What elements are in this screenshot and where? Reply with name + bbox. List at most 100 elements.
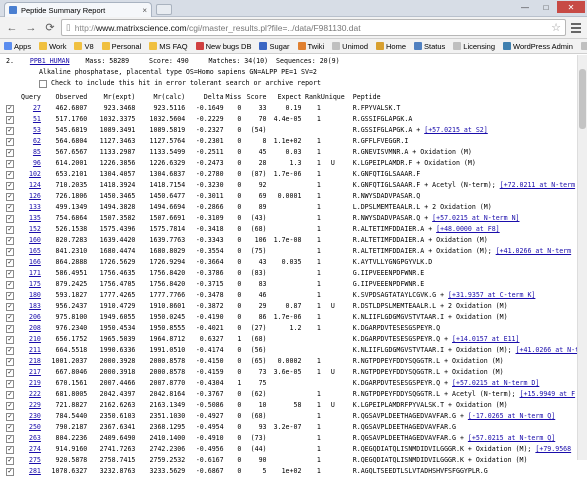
query-link[interactable]: 124	[29, 181, 41, 189]
row-include-checkbox[interactable]	[6, 192, 14, 201]
protein-accession-link[interactable]: PPB1_HUMAN	[30, 56, 70, 67]
row-include-checkbox[interactable]	[6, 412, 14, 421]
modification-link[interactable]: [+57.0215 at N-term Q]	[468, 434, 555, 442]
modification-link[interactable]: [+15.9949 at F	[520, 390, 576, 398]
row-include-checkbox[interactable]	[6, 291, 14, 300]
modification-link[interactable]: [+57.0215 at N-term N]	[432, 214, 519, 222]
query-link[interactable]: 160	[29, 236, 41, 244]
query-link[interactable]: 53	[33, 126, 41, 134]
query-link[interactable]: 135	[29, 214, 41, 222]
query-link[interactable]: 175	[29, 280, 41, 288]
modification-link[interactable]: [+79.9568	[535, 445, 571, 453]
query-link[interactable]: 166	[29, 258, 41, 266]
row-include-checkbox[interactable]	[6, 104, 14, 113]
query-link[interactable]: 85	[33, 148, 41, 156]
modification-link[interactable]: [+72.0211 at N-term	[500, 181, 575, 189]
bookmark-item[interactable]: Status	[414, 42, 445, 51]
tab-close-icon[interactable]: ×	[142, 6, 147, 15]
bookmark-item[interactable]: MS FAQ	[149, 42, 188, 51]
forward-arrow-icon[interactable]: →	[23, 20, 39, 36]
row-include-checkbox[interactable]	[6, 126, 14, 135]
query-link[interactable]: 218	[29, 357, 41, 365]
query-link[interactable]: 206	[29, 313, 41, 321]
query-link[interactable]: 222	[29, 390, 41, 398]
query-link[interactable]: 171	[29, 269, 41, 277]
row-include-checkbox[interactable]	[6, 379, 14, 388]
row-include-checkbox[interactable]	[6, 225, 14, 234]
vertical-scrollbar[interactable]	[577, 55, 587, 460]
bookmark-item[interactable]: Work	[39, 42, 66, 51]
back-arrow-icon[interactable]: ←	[4, 20, 20, 36]
row-include-checkbox[interactable]	[6, 445, 14, 454]
modification-link[interactable]: [+14.0157 at E11]	[452, 335, 520, 343]
row-include-checkbox[interactable]	[6, 247, 14, 256]
modification-link[interactable]: [+31.9357 at C-term K]	[448, 291, 535, 299]
bookmark-item[interactable]: Apps	[4, 42, 31, 51]
bookmark-item[interactable]: Licensing	[453, 42, 495, 51]
modification-link[interactable]: [+57.0215 at S2]	[424, 126, 488, 134]
new-tab-button[interactable]	[156, 4, 172, 15]
tab-peptide-summary[interactable]: Peptide Summary Report ×	[4, 2, 152, 17]
row-include-checkbox[interactable]	[6, 302, 14, 311]
row-include-checkbox[interactable]	[6, 423, 14, 432]
row-include-checkbox[interactable]	[6, 335, 14, 344]
row-include-checkbox[interactable]	[6, 346, 14, 355]
bookmark-item[interactable]: V8	[74, 42, 94, 51]
query-link[interactable]: 229	[29, 401, 41, 409]
row-include-checkbox[interactable]	[6, 181, 14, 190]
row-include-checkbox[interactable]	[6, 456, 14, 465]
query-link[interactable]: 230	[29, 412, 41, 420]
reload-icon[interactable]: ⟳	[42, 20, 58, 36]
bookmark-item[interactable]: Home	[376, 42, 406, 51]
window-close-icon[interactable]: ✕	[557, 1, 585, 13]
query-link[interactable]: 27	[33, 104, 41, 112]
scrollbar-thumb[interactable]	[579, 69, 586, 129]
query-link[interactable]: 274	[29, 445, 41, 453]
modification-link[interactable]: [-17.0265 at N-term Q]	[468, 412, 555, 420]
row-include-checkbox[interactable]	[6, 137, 14, 146]
query-link[interactable]: 208	[29, 324, 41, 332]
row-include-checkbox[interactable]	[6, 258, 14, 267]
modification-link[interactable]: [+57.0215 at N-term D]	[452, 379, 539, 387]
row-include-checkbox[interactable]	[6, 357, 14, 366]
query-link[interactable]: 210	[29, 335, 41, 343]
row-include-checkbox[interactable]	[6, 280, 14, 289]
query-link[interactable]: 219	[29, 379, 41, 387]
row-include-checkbox[interactable]	[6, 159, 14, 168]
row-include-checkbox[interactable]	[6, 170, 14, 179]
minimize-icon[interactable]: —	[515, 1, 535, 13]
bookmark-item[interactable]: Unimod	[332, 42, 368, 51]
row-include-checkbox[interactable]	[6, 401, 14, 410]
row-include-checkbox[interactable]	[6, 214, 14, 223]
row-include-checkbox[interactable]	[6, 203, 14, 212]
row-include-checkbox[interactable]	[6, 313, 14, 322]
query-link[interactable]: 281	[29, 467, 41, 475]
row-include-checkbox[interactable]	[6, 148, 14, 157]
browser-menu-icon[interactable]	[569, 22, 583, 33]
modification-link[interactable]: [+48.0000 at F8]	[436, 225, 500, 233]
bookmark-item[interactable]: Twiki	[297, 42, 324, 51]
bookmark-item[interactable]: WordPress Admin	[503, 42, 573, 51]
bookmark-item[interactable]: iTRAQ	[580, 42, 587, 51]
row-include-checkbox[interactable]	[6, 269, 14, 278]
row-include-checkbox[interactable]	[6, 390, 14, 399]
row-include-checkbox[interactable]	[6, 434, 14, 443]
address-bar[interactable]: ▯ http://www.matrixscience.com/cgi/maste…	[61, 19, 566, 36]
row-include-checkbox[interactable]	[6, 324, 14, 333]
query-link[interactable]: 183	[29, 302, 41, 310]
query-link[interactable]: 180	[29, 291, 41, 299]
bookmark-item[interactable]: Sugar	[259, 42, 290, 51]
query-link[interactable]: 102	[29, 170, 41, 178]
query-link[interactable]: 133	[29, 203, 41, 211]
bookmark-star-icon[interactable]: ☆	[551, 21, 561, 34]
row-include-checkbox[interactable]	[6, 467, 14, 476]
query-link[interactable]: 217	[29, 368, 41, 376]
row-include-checkbox[interactable]	[6, 368, 14, 377]
query-link[interactable]: 96	[33, 159, 41, 167]
query-link[interactable]: 165	[29, 247, 41, 255]
query-link[interactable]: 275	[29, 456, 41, 464]
query-link[interactable]: 62	[33, 137, 41, 145]
bookmark-item[interactable]: Personal	[101, 42, 141, 51]
modification-link[interactable]: [+41.0266 at N-term	[496, 247, 571, 255]
include-hit-checkbox[interactable]	[39, 79, 47, 88]
